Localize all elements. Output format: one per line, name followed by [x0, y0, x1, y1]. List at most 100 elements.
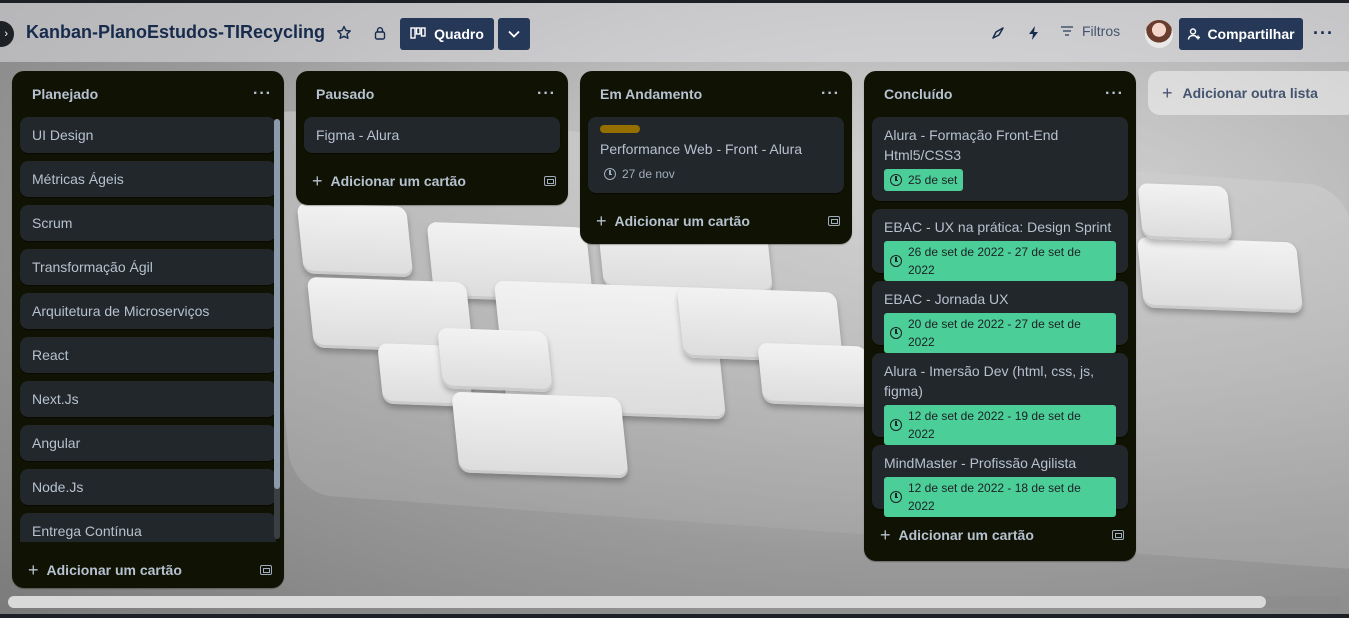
cards-container: Performance Web - Front - Alura 27 de no…	[580, 117, 852, 193]
add-card-button[interactable]: + Adicionar um cartão	[596, 211, 750, 232]
card[interactable]: Scrum	[20, 205, 276, 241]
chevron-down-icon	[508, 30, 520, 38]
due-date-badge[interactable]: 20 de set de 2022 - 27 de set de 2022	[884, 313, 1116, 353]
plus-icon: +	[28, 559, 39, 580]
list-pausado: Pausado ··· Figma - Alura + Adicionar um…	[296, 71, 568, 205]
list-em-andamento: Em Andamento ··· Performance Web - Front…	[580, 71, 852, 244]
share-label: Compartilhar	[1207, 26, 1295, 42]
list-scrollbar[interactable]	[274, 119, 280, 539]
cards-container: Alura - Formação Front-End Html5/CSS3 25…	[864, 117, 1136, 517]
card-title: Métricas Ágeis	[32, 171, 124, 187]
card[interactable]: Métricas Ágeis	[20, 161, 276, 197]
due-date-badge[interactable]: 25 de set	[884, 169, 964, 191]
card[interactable]: Performance Web - Front - Alura 27 de no…	[588, 117, 844, 193]
card[interactable]: EBAC - Jornada UX 20 de set de 2022 - 27…	[872, 281, 1128, 353]
due-date-badge[interactable]: 12 de set de 2022 - 19 de set de 2022	[884, 405, 1116, 445]
chevron-right-icon: ›	[4, 28, 8, 40]
cards-container: UI Design Métricas Ágeis Scrum Transform…	[12, 117, 284, 542]
star-icon[interactable]	[334, 23, 354, 43]
filters-button[interactable]: Filtros	[1060, 23, 1120, 39]
add-list-button[interactable]: + Adicionar outra lista	[1148, 71, 1349, 115]
plus-icon: +	[312, 170, 323, 191]
list-title[interactable]: Pausado	[316, 86, 374, 102]
filters-label: Filtros	[1082, 23, 1121, 39]
view-dropdown-button[interactable]	[498, 18, 530, 50]
due-date-text: 12 de set de 2022 - 19 de set de 2022	[907, 409, 1081, 441]
card-title: React	[32, 347, 69, 363]
due-date-badge[interactable]: 12 de set de 2022 - 18 de set de 2022	[884, 477, 1116, 517]
card[interactable]: React	[20, 337, 276, 373]
template-icon[interactable]	[1112, 530, 1124, 540]
list-header: Em Andamento ···	[580, 71, 852, 117]
clock-icon	[604, 168, 616, 180]
power-ups-icon[interactable]	[988, 23, 1008, 43]
card-title: Angular	[32, 435, 81, 451]
add-list-label: Adicionar outra lista	[1182, 85, 1318, 101]
add-card-button[interactable]: + Adicionar um cartão	[312, 171, 466, 192]
more-options-icon[interactable]: ···	[1313, 23, 1334, 44]
card-title: MindMaster - Profissão Agilista	[884, 455, 1077, 471]
card[interactable]: Next.Js	[20, 381, 276, 417]
card-title: Node.Js	[32, 479, 84, 495]
clock-icon	[890, 327, 902, 339]
add-card-button[interactable]: + Adicionar um cartão	[28, 560, 182, 581]
due-date-text: 20 de set de 2022 - 27 de set de 2022	[907, 317, 1081, 349]
share-button[interactable]: Compartilhar	[1179, 18, 1303, 50]
list-header: Planejado ···	[12, 71, 284, 117]
plus-icon: +	[596, 210, 607, 231]
list-footer: + Adicionar um cartão	[296, 161, 568, 201]
board-title[interactable]: Kanban-PlanoEstudos-TIRecycling	[26, 22, 325, 43]
list-more-icon[interactable]: ···	[537, 85, 556, 103]
template-icon[interactable]	[828, 216, 840, 226]
list-cards-area: UI Design Métricas Ágeis Scrum Transform…	[12, 117, 284, 542]
add-card-button[interactable]: + Adicionar um cartão	[880, 525, 1034, 546]
list-title[interactable]: Planejado	[32, 86, 98, 102]
card[interactable]: Alura - Imersão Dev (html, css, js, figm…	[872, 353, 1128, 445]
list-more-icon[interactable]: ···	[253, 85, 272, 103]
clock-icon	[890, 255, 902, 267]
list-footer: + Adicionar um cartão	[12, 550, 284, 590]
board-scrollbar-thumb[interactable]	[8, 596, 1266, 608]
due-date-badge[interactable]: 26 de set de 2022 - 27 de set de 2022	[884, 241, 1116, 281]
board-horizontal-scrollbar[interactable]	[8, 596, 1342, 608]
card-title: Alura - Imersão Dev (html, css, js, figm…	[884, 363, 1095, 399]
card[interactable]: EBAC - UX na prática: Design Sprint 26 d…	[872, 209, 1128, 281]
card[interactable]: Angular	[20, 425, 276, 461]
card-title: Figma - Alura	[316, 127, 400, 143]
list-scrollbar-thumb[interactable]	[274, 119, 280, 489]
card[interactable]: Transformação Ágil	[20, 249, 276, 285]
list-title[interactable]: Em Andamento	[600, 86, 702, 102]
lock-icon[interactable]	[370, 23, 390, 43]
automation-icon[interactable]	[1024, 23, 1044, 43]
add-user-icon	[1188, 28, 1201, 40]
card[interactable]: Alura - Formação Front-End Html5/CSS3 25…	[872, 117, 1128, 201]
clock-icon	[890, 419, 902, 431]
template-icon[interactable]	[260, 565, 272, 575]
card[interactable]: Node.Js	[20, 469, 276, 505]
board-view-button[interactable]: Quadro	[400, 18, 494, 50]
list-header: Pausado ···	[296, 71, 568, 117]
card[interactable]: MindMaster - Profissão Agilista 12 de se…	[872, 445, 1128, 517]
template-icon[interactable]	[544, 176, 556, 186]
avatar[interactable]	[1144, 19, 1174, 49]
card[interactable]: Entrega Contínua	[20, 513, 276, 542]
list-planejado: Planejado ··· UI Design Métricas Ágeis S…	[12, 71, 284, 588]
due-date-text: 27 de nov	[622, 167, 675, 181]
filter-icon	[1061, 26, 1073, 36]
card-title: Performance Web - Front - Alura	[600, 141, 803, 157]
list-more-icon[interactable]: ···	[1105, 85, 1124, 103]
sidebar-toggle-button[interactable]: ›	[0, 21, 14, 47]
board-header: › Kanban-PlanoEstudos-TIRecycling Quadro…	[0, 0, 1349, 62]
plus-icon: +	[880, 524, 891, 545]
card[interactable]: Figma - Alura	[304, 117, 560, 153]
card[interactable]: UI Design	[20, 117, 276, 153]
list-more-icon[interactable]: ···	[821, 85, 840, 103]
due-date-badge[interactable]: 27 de nov	[600, 163, 681, 185]
due-date-text: 25 de set	[908, 173, 958, 187]
due-date-text: 12 de set de 2022 - 18 de set de 2022	[907, 481, 1081, 513]
card-label[interactable]	[600, 125, 640, 133]
add-card-label: Adicionar um cartão	[330, 173, 466, 189]
card-title: Arquitetura de Microserviços	[32, 303, 210, 319]
card[interactable]: Arquitetura de Microserviços	[20, 293, 276, 329]
list-title[interactable]: Concluído	[884, 86, 952, 102]
